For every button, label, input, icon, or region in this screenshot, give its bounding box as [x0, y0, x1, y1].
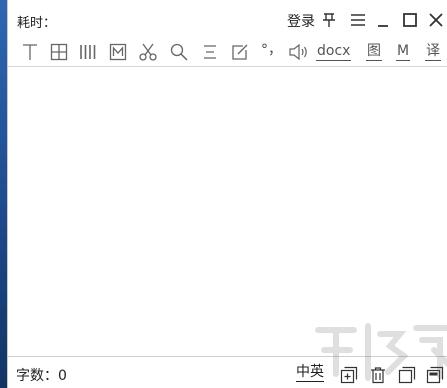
login-button[interactable]: 登录: [287, 11, 315, 31]
speaker-icon[interactable]: [288, 41, 310, 63]
title-bar: 耗时： 登录: [8, 0, 447, 38]
text-cursor-icon[interactable]: [21, 41, 39, 63]
align-lines-icon[interactable]: [201, 41, 219, 63]
text-editor-area[interactable]: [8, 67, 447, 355]
menu-icon[interactable]: [348, 10, 368, 30]
toolbar: °， docx 图 M 译: [8, 38, 447, 67]
pin-icon[interactable]: [319, 10, 339, 30]
table-grid-icon[interactable]: [50, 41, 68, 63]
watermark-logo-icon: [315, 323, 447, 381]
word-count-label: 字数：0: [16, 368, 67, 384]
markdown-export-button[interactable]: M: [396, 42, 411, 61]
docx-export-button[interactable]: docx: [316, 42, 352, 61]
markdown-box-icon[interactable]: [109, 41, 127, 63]
translate-button[interactable]: 译: [425, 42, 441, 61]
columns-icon[interactable]: [79, 41, 97, 63]
search-icon[interactable]: [169, 41, 189, 63]
edit-icon[interactable]: [230, 41, 250, 63]
minimize-icon[interactable]: [374, 10, 394, 30]
image-export-button[interactable]: 图: [366, 42, 382, 61]
app-window: 耗时： 登录 °， docx 图 M 译 字数：0 中英: [7, 0, 447, 388]
punctuation-icon[interactable]: °，: [260, 41, 283, 59]
elapsed-time-label: 耗时：: [17, 16, 57, 31]
close-icon[interactable]: [426, 10, 446, 30]
scissors-icon[interactable]: [138, 41, 158, 63]
maximize-icon[interactable]: [400, 10, 420, 30]
